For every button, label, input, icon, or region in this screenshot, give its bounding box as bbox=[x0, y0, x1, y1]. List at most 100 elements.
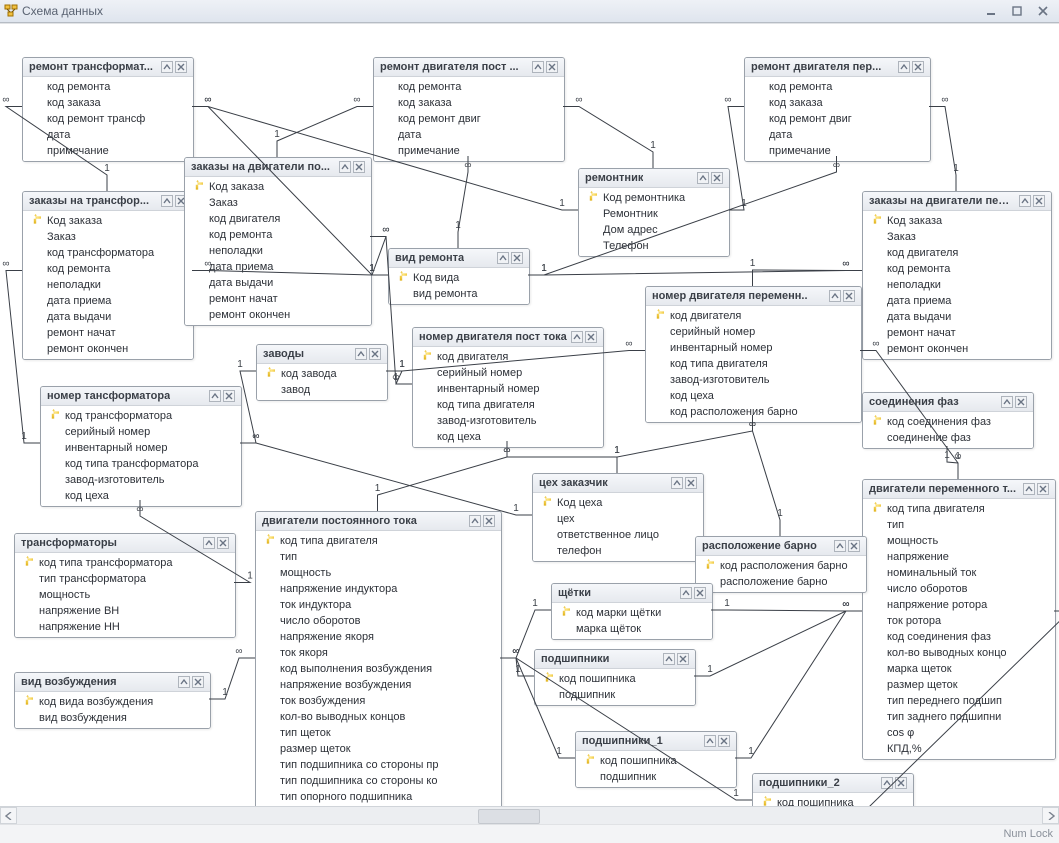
table-card[interactable]: ремонт трансформат... код ремонтакод зака… bbox=[22, 57, 194, 162]
field-row[interactable]: код ремонта bbox=[745, 79, 930, 95]
field-row[interactable]: код типа трансформатора bbox=[41, 456, 241, 472]
field-row[interactable]: код ремонта bbox=[863, 261, 1051, 277]
field-row[interactable]: КПД,% bbox=[256, 805, 501, 806]
field-row[interactable]: вид возбуждения bbox=[15, 710, 210, 726]
field-row[interactable]: ремонт начат bbox=[185, 291, 371, 307]
field-row-pk[interactable]: код двигателя bbox=[646, 308, 861, 324]
table-header[interactable]: заказы на двигатели по... bbox=[185, 158, 371, 177]
table-close-button[interactable] bbox=[912, 61, 924, 73]
table-collapse-button[interactable] bbox=[178, 676, 190, 688]
field-row[interactable]: код двигателя bbox=[185, 211, 371, 227]
table-header[interactable]: подшипники_2 bbox=[753, 774, 913, 793]
field-row[interactable]: серийный номер bbox=[413, 365, 603, 381]
field-row[interactable]: напряжение НН bbox=[15, 619, 235, 635]
table-collapse-button[interactable] bbox=[161, 195, 173, 207]
table-collapse-button[interactable] bbox=[571, 331, 583, 343]
table-card[interactable]: номер тансформаторакод трансформаторасер… bbox=[40, 386, 242, 507]
field-row[interactable]: ток ротора bbox=[863, 613, 1055, 629]
field-row-pk[interactable]: Код вида bbox=[389, 270, 529, 286]
table-header[interactable]: заказы на двигатели пере... bbox=[863, 192, 1051, 211]
field-row[interactable]: завод-изготовитель bbox=[646, 372, 861, 388]
table-card[interactable]: ремонт двигателя пост ...код ремонтакод … bbox=[373, 57, 565, 162]
field-row[interactable]: номинальный ток bbox=[863, 565, 1055, 581]
table-collapse-button[interactable] bbox=[161, 61, 173, 73]
table-card[interactable]: подшипники_2код пошипникаподшипник bbox=[752, 773, 914, 806]
table-close-button[interactable] bbox=[217, 537, 229, 549]
field-row[interactable]: код выполнения возбуждения bbox=[256, 661, 501, 677]
field-row[interactable]: Заказ bbox=[185, 195, 371, 211]
field-row[interactable]: неполадки bbox=[863, 277, 1051, 293]
scrollbar-thumb[interactable] bbox=[478, 809, 540, 824]
field-row[interactable]: Ремонтник bbox=[579, 206, 729, 222]
table-header[interactable]: подшипники_1 bbox=[576, 732, 736, 751]
field-row[interactable]: напряжение ВН bbox=[15, 603, 235, 619]
table-close-button[interactable] bbox=[694, 587, 706, 599]
titlebar[interactable]: Схема данных bbox=[0, 0, 1059, 23]
table-collapse-button[interactable] bbox=[532, 61, 544, 73]
field-row[interactable]: неполадки bbox=[185, 243, 371, 259]
field-row-pk[interactable]: код марки щётки bbox=[552, 605, 712, 621]
field-row-pk[interactable]: код завода bbox=[257, 366, 387, 382]
field-row[interactable]: инвентарный номер bbox=[413, 381, 603, 397]
field-row-pk[interactable]: Код заказа bbox=[185, 179, 371, 195]
table-card[interactable]: расположение барнокод расположения барно… bbox=[695, 536, 867, 593]
field-row[interactable]: серийный номер bbox=[646, 324, 861, 340]
field-row[interactable]: тип опорного подшипника bbox=[256, 789, 501, 805]
field-row[interactable]: серийный номер bbox=[41, 424, 241, 440]
field-row[interactable]: мощность bbox=[863, 533, 1055, 549]
table-collapse-button[interactable] bbox=[671, 477, 683, 489]
table-close-button[interactable] bbox=[711, 172, 723, 184]
table-card[interactable]: вид возбуждениякод вида возбуждениявид в… bbox=[14, 672, 211, 729]
field-row[interactable]: код ремонта bbox=[185, 227, 371, 243]
table-header[interactable]: подшипники bbox=[535, 650, 695, 669]
field-row[interactable]: Заказ bbox=[23, 229, 193, 245]
field-row[interactable]: завод-изготовитель bbox=[41, 472, 241, 488]
field-row[interactable]: дата bbox=[23, 127, 193, 143]
table-header[interactable]: щётки bbox=[552, 584, 712, 603]
table-header[interactable]: ремонт двигателя пост ... bbox=[374, 58, 564, 77]
table-card[interactable]: ремонт двигателя пер...код ремонтакод за… bbox=[744, 57, 931, 162]
table-collapse-button[interactable] bbox=[1019, 195, 1031, 207]
table-close-button[interactable] bbox=[685, 477, 697, 489]
er-canvas[interactable]: ремонт трансформат...код ремонтакод зака… bbox=[0, 23, 1059, 806]
field-row[interactable]: код заказа bbox=[23, 95, 193, 111]
field-row[interactable]: тип щеток bbox=[256, 725, 501, 741]
field-row[interactable]: КПД,% bbox=[863, 741, 1055, 757]
field-row[interactable]: неполадки bbox=[23, 277, 193, 293]
table-close-button[interactable] bbox=[369, 348, 381, 360]
field-row[interactable]: дата приема bbox=[23, 293, 193, 309]
table-card[interactable]: заказы на двигатели по... Код заказаЗаказ… bbox=[184, 157, 372, 326]
table-header[interactable]: ремонтник bbox=[579, 169, 729, 188]
field-row-pk[interactable]: код вида возбуждения bbox=[15, 694, 210, 710]
field-row[interactable]: код цеха bbox=[41, 488, 241, 504]
field-row[interactable]: тип bbox=[863, 517, 1055, 533]
table-card[interactable]: двигатели переменного т...код типа двига… bbox=[862, 479, 1056, 760]
field-row[interactable]: дата приема bbox=[185, 259, 371, 275]
field-row[interactable]: код ремонт трансф bbox=[23, 111, 193, 127]
table-header[interactable]: вид ремонта bbox=[389, 249, 529, 268]
table-close-button[interactable] bbox=[848, 540, 860, 552]
table-card[interactable]: подшипникикод пошипникаподшипник bbox=[534, 649, 696, 706]
table-collapse-button[interactable] bbox=[663, 653, 675, 665]
table-header[interactable]: заводы bbox=[257, 345, 387, 364]
field-row[interactable]: код цеха bbox=[646, 388, 861, 404]
table-collapse-button[interactable] bbox=[1001, 396, 1013, 408]
table-header[interactable]: цех заказчик bbox=[533, 474, 703, 493]
field-row[interactable]: напряжение bbox=[863, 549, 1055, 565]
table-card[interactable]: заказы на двигатели пере...Код заказаЗак… bbox=[862, 191, 1052, 360]
field-row[interactable]: ток индуктора bbox=[256, 597, 501, 613]
table-header[interactable]: ремонт трансформат... bbox=[23, 58, 193, 77]
close-button[interactable] bbox=[1031, 3, 1055, 19]
field-row-pk[interactable]: код типа двигателя bbox=[863, 501, 1055, 517]
table-collapse-button[interactable] bbox=[203, 537, 215, 549]
table-close-button[interactable] bbox=[192, 676, 204, 688]
field-row[interactable]: примечание bbox=[23, 143, 193, 159]
table-close-button[interactable] bbox=[1033, 195, 1045, 207]
field-row[interactable]: код ремонта bbox=[23, 79, 193, 95]
field-row[interactable]: кол-во выводных концо bbox=[863, 645, 1055, 661]
field-row-pk[interactable]: код пошипника bbox=[535, 671, 695, 687]
field-row[interactable]: дата bbox=[745, 127, 930, 143]
field-row[interactable]: ремонт начат bbox=[863, 325, 1051, 341]
field-row-pk[interactable]: код типа двигателя bbox=[256, 533, 501, 549]
field-row[interactable]: кол-во выводных концов bbox=[256, 709, 501, 725]
